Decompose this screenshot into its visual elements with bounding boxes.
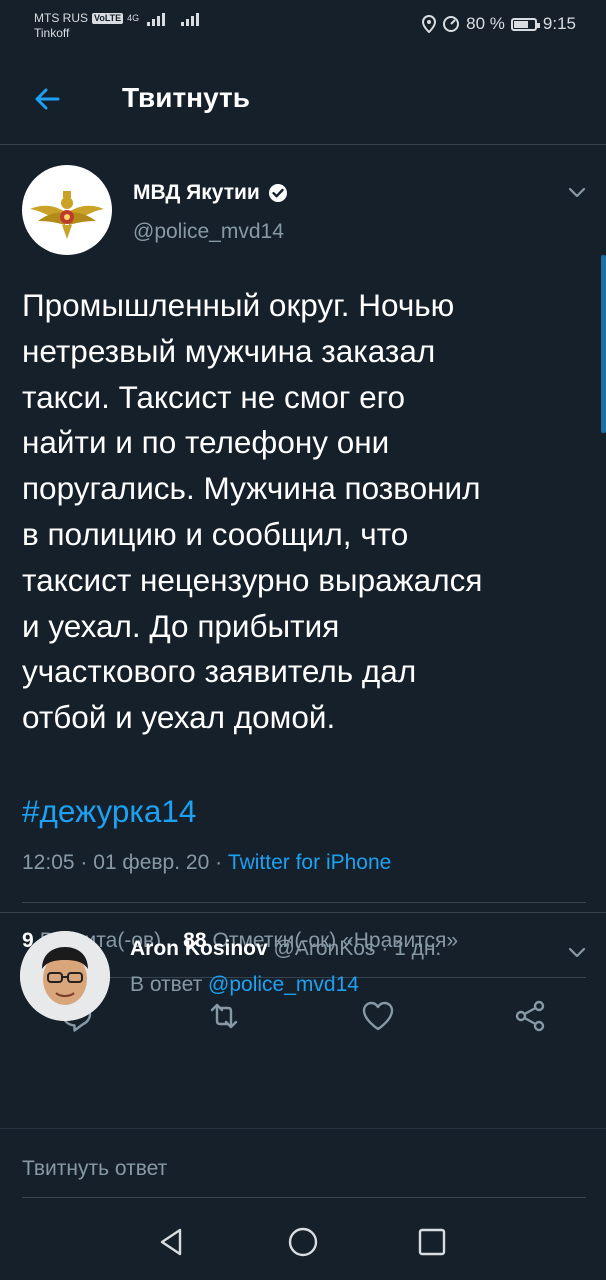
reply-input-placeholder[interactable]: Твитнуть ответ [22,1157,167,1181]
status-bar: MTS RUS VoLTE 4G Tinkoff 80 % 9:15 [0,0,606,52]
reply-composer[interactable]: Твитнуть ответ [0,1128,606,1207]
meta-separator: · [381,937,395,960]
battery-percent: 80 % [466,14,505,33]
arrow-left-icon[interactable] [30,82,64,116]
carrier-info: MTS RUS VoLTE 4G Tinkoff [34,10,200,41]
reply-header: Aron Kosinov @AronKos · 1 дн. [130,937,441,961]
divider [22,1197,586,1198]
user-photo-icon [20,931,110,1021]
avatar[interactable] [20,931,110,1021]
tweet-text: Промышленный округ. Ночью нетрезвый мужч… [22,287,483,736]
system-nav-bar [0,1206,606,1280]
tweet-date: 01 февр. 20 [93,851,210,874]
divider [22,902,586,903]
tweet-time: 12:05 [22,851,75,874]
police-emblem-icon [30,191,104,239]
signal-icon [147,10,166,26]
reply-to-prefix: В ответ [130,973,203,996]
home-circle-icon[interactable] [287,1226,319,1258]
author-name-text: МВД Якутии [133,181,260,204]
battery-icon [510,17,540,31]
reply-tweet[interactable]: Aron Kosinov @AronKos · 1 дн. В ответ @p… [0,913,606,1128]
volte-badge: VoLTE [92,12,124,24]
verified-badge-icon [268,184,287,202]
network-type: 4G [127,12,140,23]
meta-separator: · [80,851,94,874]
reply-author-name[interactable]: Aron Kosinov [130,937,268,960]
chevron-down-icon[interactable] [566,181,588,203]
author-handle[interactable]: @police_mvd14 [133,220,284,244]
reply-to-line: В ответ @police_mvd14 [130,973,359,997]
hashtag-link[interactable]: #дежурка14 [22,793,196,830]
location-icon [422,15,437,33]
avatar[interactable] [22,165,112,255]
recents-square-icon[interactable] [416,1226,448,1258]
tweet-source-link[interactable]: Twitter for iPhone [228,851,391,874]
carrier-name: MTS RUS [34,10,88,25]
status-right: 80 % 9:15 [422,14,576,34]
tweet-meta: 12:05 · 01 февр. 20 · Twitter for iPhone [22,851,391,875]
top-app-bar: Твитнуть [0,52,606,145]
reply-to-handle-link[interactable]: @police_mvd14 [208,973,359,996]
operator-secondary: Tinkoff [34,26,70,40]
page-title: Твитнуть [122,82,250,113]
reply-age: 1 дн. [394,937,442,960]
signal-icon-2 [181,10,200,26]
author-name[interactable]: МВД Якутии [133,181,288,205]
reply-handle[interactable]: @AronKos [274,937,376,960]
scrollbar[interactable] [601,255,606,433]
meta-separator: · [215,851,228,874]
data-saver-icon [443,16,460,32]
clock: 9:15 [542,14,576,33]
chevron-down-icon[interactable] [566,941,588,963]
back-triangle-icon[interactable] [156,1226,188,1258]
